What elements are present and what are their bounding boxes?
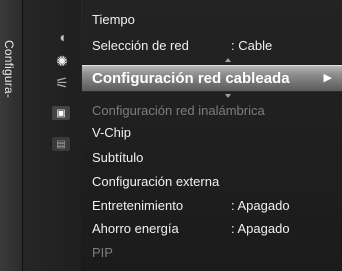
- menu-item-label: Subtítulo: [92, 150, 144, 165]
- menu-item-tiempo[interactable]: Tiempo: [92, 10, 135, 30]
- menu-item-label: PIP: [92, 245, 113, 260]
- side-tab-label: Configura-: [2, 40, 16, 99]
- menu-item-label: Configuración red inalámbrica: [92, 103, 265, 118]
- setup-menu-list: Tiempo Selección de red : Cable Configur…: [82, 0, 342, 271]
- sound-icon[interactable]: ✺: [52, 52, 72, 70]
- menu-item-v-chip[interactable]: V-Chip: [92, 123, 131, 143]
- setup-icon[interactable]: ▣: [52, 106, 70, 120]
- menu-item-configuracion-red-cableada[interactable]: Configuración red cableada ▶: [82, 65, 342, 92]
- input-icon[interactable]: ▤: [52, 137, 70, 151]
- menu-item-label: Entretenimiento: [92, 198, 184, 213]
- submenu-arrow-icon: ▶: [323, 72, 332, 84]
- scroll-down-icon: [225, 94, 231, 98]
- menu-item-configuracion-red-inalambrica: Configuración red inalámbrica: [92, 101, 265, 121]
- menu-item-label: Ahorro energía: [92, 221, 179, 236]
- menu-item-ahorro-energia[interactable]: Ahorro energía : Apagado: [92, 219, 290, 239]
- menu-item-label: Selección de red: [92, 38, 189, 53]
- scroll-up-icon: [225, 58, 231, 62]
- menu-item-entretenimiento[interactable]: Entretenimiento : Apagado: [92, 196, 290, 216]
- menu-item-subtitulo[interactable]: Subtítulo: [92, 148, 143, 168]
- channel-icon[interactable]: ⚟: [52, 74, 72, 92]
- menu-item-value: : Apagado: [231, 221, 290, 236]
- menu-item-label: Tiempo: [92, 12, 135, 27]
- menu-item-label: V-Chip: [92, 125, 132, 140]
- picture-icon[interactable]: ◖: [52, 28, 72, 46]
- selected-item-label: Configuración red cableada: [92, 70, 290, 87]
- menu-item-seleccion-de-red[interactable]: Selección de red : Cable: [92, 36, 272, 56]
- menu-item-pip: PIP: [92, 243, 113, 263]
- menu-item-label: Configuración externa: [92, 174, 220, 189]
- menu-item-value: : Apagado: [231, 198, 290, 213]
- setup-side-tab[interactable]: Configura-: [0, 0, 23, 271]
- menu-item-configuracion-externa[interactable]: Configuración externa: [92, 172, 219, 192]
- menu-item-value: : Cable: [231, 38, 273, 53]
